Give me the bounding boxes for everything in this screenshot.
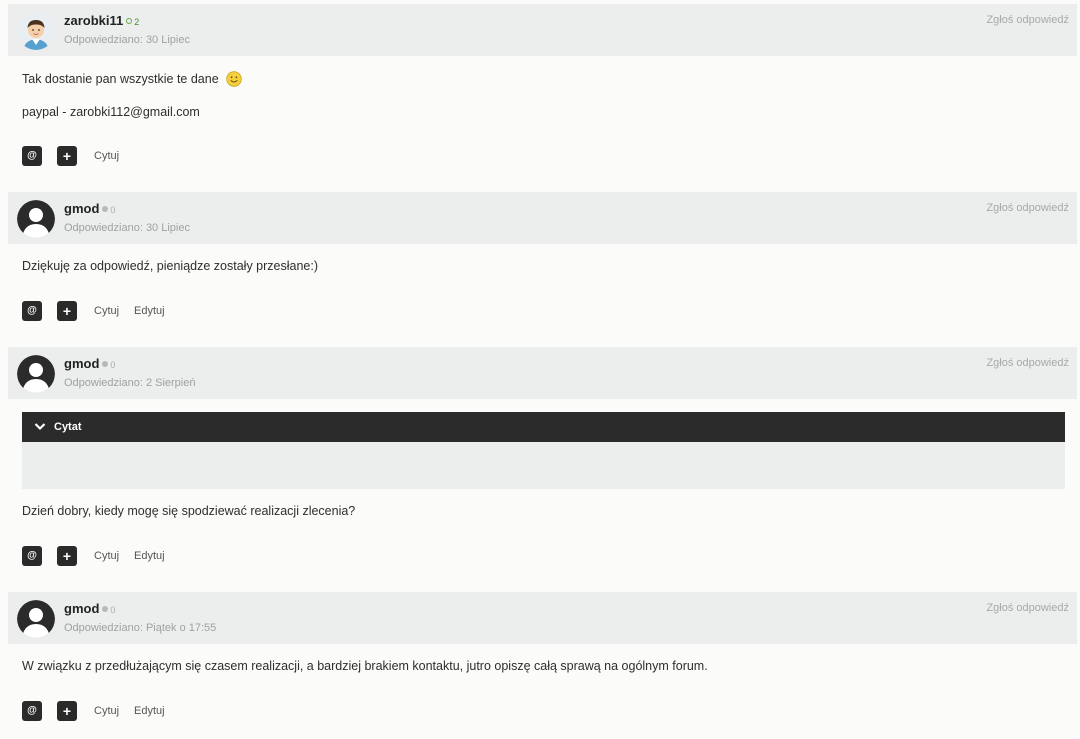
reputation-badge: 0 bbox=[102, 205, 115, 215]
post-header: zarobki11 2 Odpowiedziano: 30 Lipiec Zgło… bbox=[8, 4, 1077, 56]
author-name[interactable]: zarobki11 2 bbox=[64, 13, 139, 28]
report-link[interactable]: Zgłoś odpowiedź bbox=[986, 14, 1069, 26]
report-link[interactable]: Zgłoś odpowiedź bbox=[986, 202, 1069, 214]
post-date: Odpowiedziano: 2 Sierpień bbox=[64, 377, 196, 389]
chevron-down-icon bbox=[34, 423, 46, 431]
post-date: Odpowiedziano: 30 Lipiec bbox=[64, 34, 190, 46]
mention-button[interactable]: @ bbox=[22, 146, 42, 166]
edit-link[interactable]: Edytuj bbox=[134, 305, 165, 317]
author-name[interactable]: gmod 0 bbox=[64, 201, 115, 216]
smiley-icon bbox=[226, 71, 242, 87]
post: gmod 0 Odpowiedziano: 2 Sierpień Zgłoś od… bbox=[8, 347, 1077, 585]
edit-link[interactable]: Edytuj bbox=[134, 705, 165, 717]
mention-button[interactable]: @ bbox=[22, 546, 42, 566]
post: zarobki11 2 Odpowiedziano: 30 Lipiec Zgło… bbox=[8, 4, 1077, 184]
post-text: paypal - zarobki112@gmail.com bbox=[22, 105, 200, 119]
post-text: Tak dostanie pan wszystkie te dane bbox=[22, 71, 242, 87]
quote-title: Cytat bbox=[54, 421, 82, 433]
post-header: gmod 0 Odpowiedziano: 30 Lipiec Zgłoś odp… bbox=[8, 192, 1077, 244]
quote-link[interactable]: Cytuj bbox=[94, 550, 119, 562]
reputation-badge: 0 bbox=[102, 360, 115, 370]
post-header: gmod 0 Odpowiedziano: Piątek o 17:55 Zgło… bbox=[8, 592, 1077, 644]
report-link[interactable]: Zgłoś odpowiedź bbox=[986, 357, 1069, 369]
post-text: Dziękuję za odpowiedź, pieniądze zostały… bbox=[22, 259, 318, 273]
post: gmod 0 Odpowiedziano: 30 Lipiec Zgłoś odp… bbox=[8, 192, 1077, 340]
quote-content bbox=[22, 442, 1065, 489]
quote-toggle[interactable]: Cytat bbox=[22, 412, 1065, 442]
post-header: gmod 0 Odpowiedziano: 2 Sierpień Zgłoś od… bbox=[8, 347, 1077, 399]
post-text: W związku z przedłużającym się czasem re… bbox=[22, 659, 708, 673]
reputation-badge: 2 bbox=[126, 17, 139, 27]
post-date: Odpowiedziano: Piątek o 17:55 bbox=[64, 622, 217, 634]
post: gmod 0 Odpowiedziano: Piątek o 17:55 Zgło… bbox=[8, 592, 1077, 739]
quote-link[interactable]: Cytuj bbox=[94, 705, 119, 717]
mention-button[interactable]: @ bbox=[22, 301, 42, 321]
post-date: Odpowiedziano: 30 Lipiec bbox=[64, 222, 190, 234]
quote-link[interactable]: Cytuj bbox=[94, 305, 119, 317]
avatar[interactable] bbox=[17, 200, 55, 238]
reputation-badge: 0 bbox=[102, 605, 115, 615]
mention-button[interactable]: @ bbox=[22, 701, 42, 721]
author-name[interactable]: gmod 0 bbox=[64, 356, 115, 371]
quote-link[interactable]: Cytuj bbox=[94, 150, 119, 162]
plus-button[interactable]: + bbox=[57, 701, 77, 721]
avatar[interactable] bbox=[17, 600, 55, 638]
post-text: Dzień dobry, kiedy mogę się spodziewać r… bbox=[22, 504, 356, 518]
edit-link[interactable]: Edytuj bbox=[134, 550, 165, 562]
avatar[interactable] bbox=[17, 12, 55, 50]
plus-button[interactable]: + bbox=[57, 146, 77, 166]
plus-button[interactable]: + bbox=[57, 301, 77, 321]
author-name[interactable]: gmod 0 bbox=[64, 601, 115, 616]
report-link[interactable]: Zgłoś odpowiedź bbox=[986, 602, 1069, 614]
plus-button[interactable]: + bbox=[57, 546, 77, 566]
avatar[interactable] bbox=[17, 355, 55, 393]
